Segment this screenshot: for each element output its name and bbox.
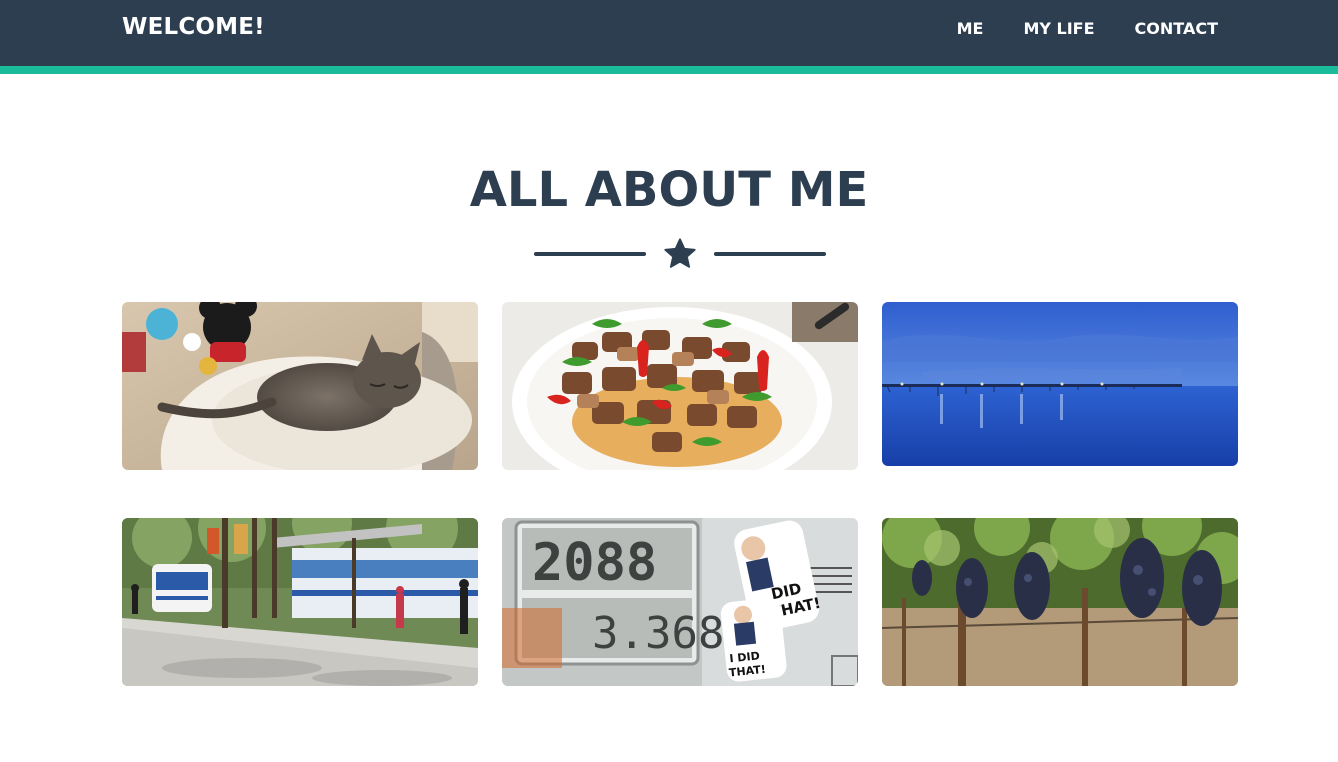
divider-line-right (714, 252, 826, 256)
sticker-i-did-that: I DID THAT! (720, 598, 787, 682)
bridge-at-dusk-photo (882, 302, 1238, 466)
nav-link-my-life[interactable]: MY LIFE (1023, 19, 1094, 39)
vineyard-grapes-photo (882, 518, 1238, 686)
portfolio-item-tram-street[interactable] (122, 518, 478, 686)
page-title: ALL ABOUT ME (469, 162, 869, 218)
nav-links: ME MY LIFE CONTACT (917, 19, 1218, 39)
portfolio-item-bridge[interactable] (882, 302, 1238, 466)
star-icon (662, 236, 698, 272)
gas-pump-display-photo: 2088 3.368 DID THAT! I DID THAT! (502, 518, 858, 686)
kitten-photo (122, 302, 478, 470)
portfolio-item-gas-pump[interactable]: 2088 3.368 DID THAT! I DID THAT! (502, 518, 858, 686)
portfolio-item-kitten[interactable] (122, 302, 478, 470)
nav-link-me[interactable]: ME (957, 19, 984, 39)
portfolio-item-vineyard[interactable] (882, 518, 1238, 686)
portfolio-item-food[interactable] (502, 302, 858, 470)
brand-link[interactable]: WELCOME! (122, 14, 265, 40)
food-dish-photo (502, 302, 858, 470)
svg-text:3.368: 3.368 (592, 608, 724, 659)
nav-link-contact[interactable]: CONTACT (1135, 19, 1218, 39)
street-tram-photo (122, 518, 478, 686)
navbar: WELCOME! ME MY LIFE CONTACT (0, 0, 1338, 74)
divider-line-left (534, 252, 646, 256)
heading-divider (534, 236, 826, 272)
svg-text:2088: 2088 (532, 533, 657, 593)
